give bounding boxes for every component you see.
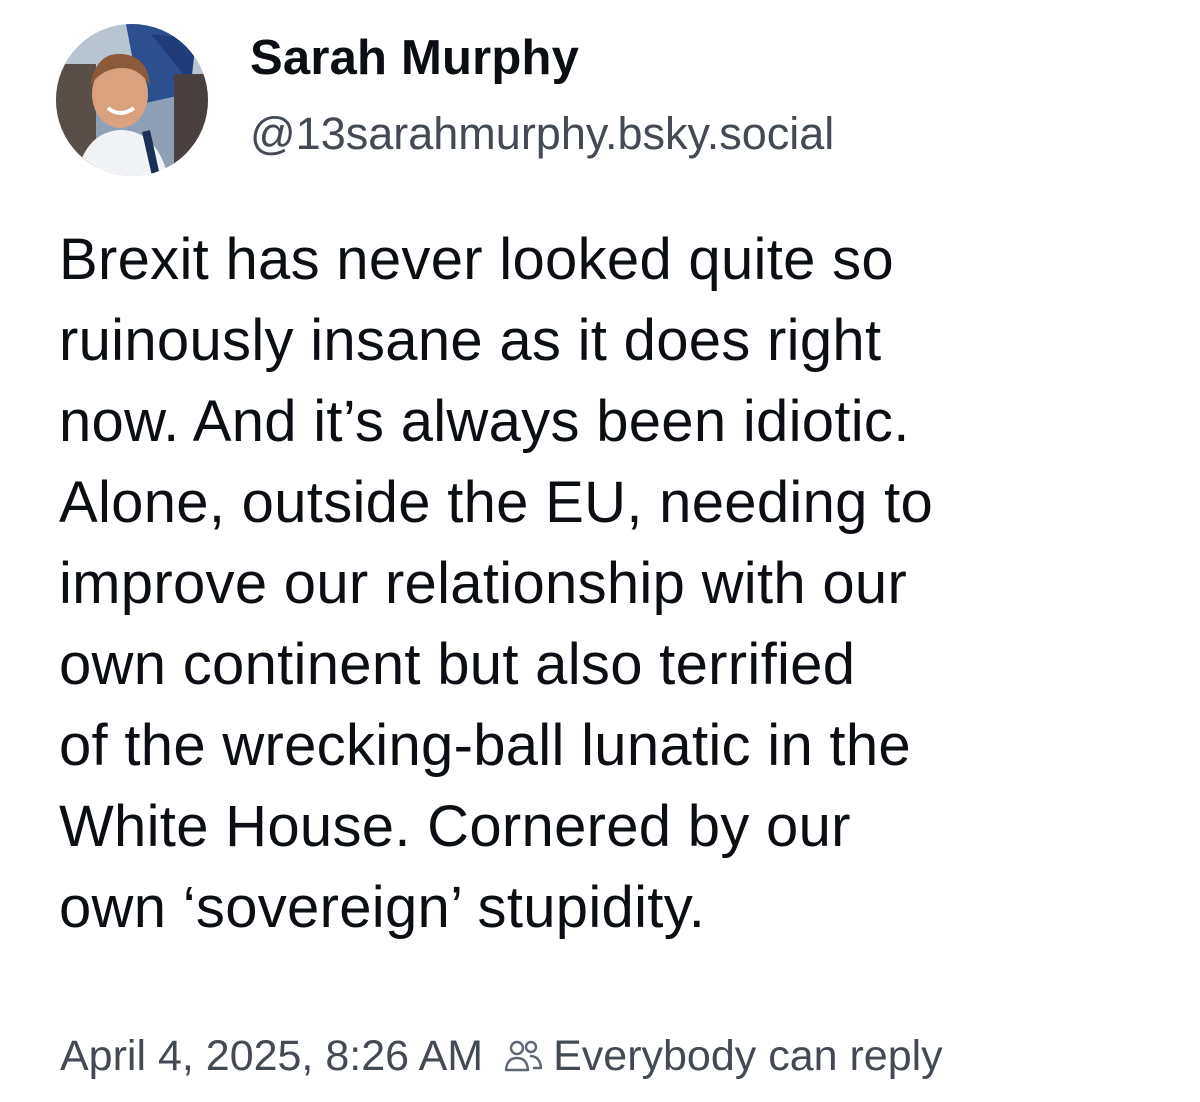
author-handle[interactable]: @13sarahmurphy.bsky.social <box>250 108 834 160</box>
post-text-line: own ‘sovereign’ stupidity. <box>59 875 706 940</box>
post-text-line: improve our relationship with our <box>59 551 908 616</box>
post-text-line: of the wrecking-ball lunatic in the <box>59 713 911 778</box>
post-timestamp[interactable]: April 4, 2025, 8:26 AM <box>60 1032 483 1081</box>
post-text-line: Brexit has never looked quite so <box>59 227 894 292</box>
post-text-line: own continent but also terrified <box>59 632 856 697</box>
avatar[interactable] <box>56 24 208 176</box>
post-meta: April 4, 2025, 8:26 AM Everybody can rep… <box>60 1028 943 1084</box>
post-text-line: Alone, outside the EU, needing to <box>59 470 934 535</box>
post-text: Brexit has never looked quite so ruinous… <box>59 219 1179 948</box>
avatar-image <box>56 24 208 176</box>
people-icon <box>503 1036 543 1076</box>
post-text-line: now. And it’s always been idiotic. <box>59 389 910 454</box>
author-display-name[interactable]: Sarah Murphy <box>250 30 579 86</box>
post-card: Sarah Murphy @13sarahmurphy.bsky.social … <box>0 0 1200 1102</box>
post-text-line: ruinously insane as it does right <box>59 308 882 373</box>
post-text-line: White House. Cornered by our <box>59 794 851 859</box>
reply-setting[interactable]: Everybody can reply <box>553 1032 943 1081</box>
